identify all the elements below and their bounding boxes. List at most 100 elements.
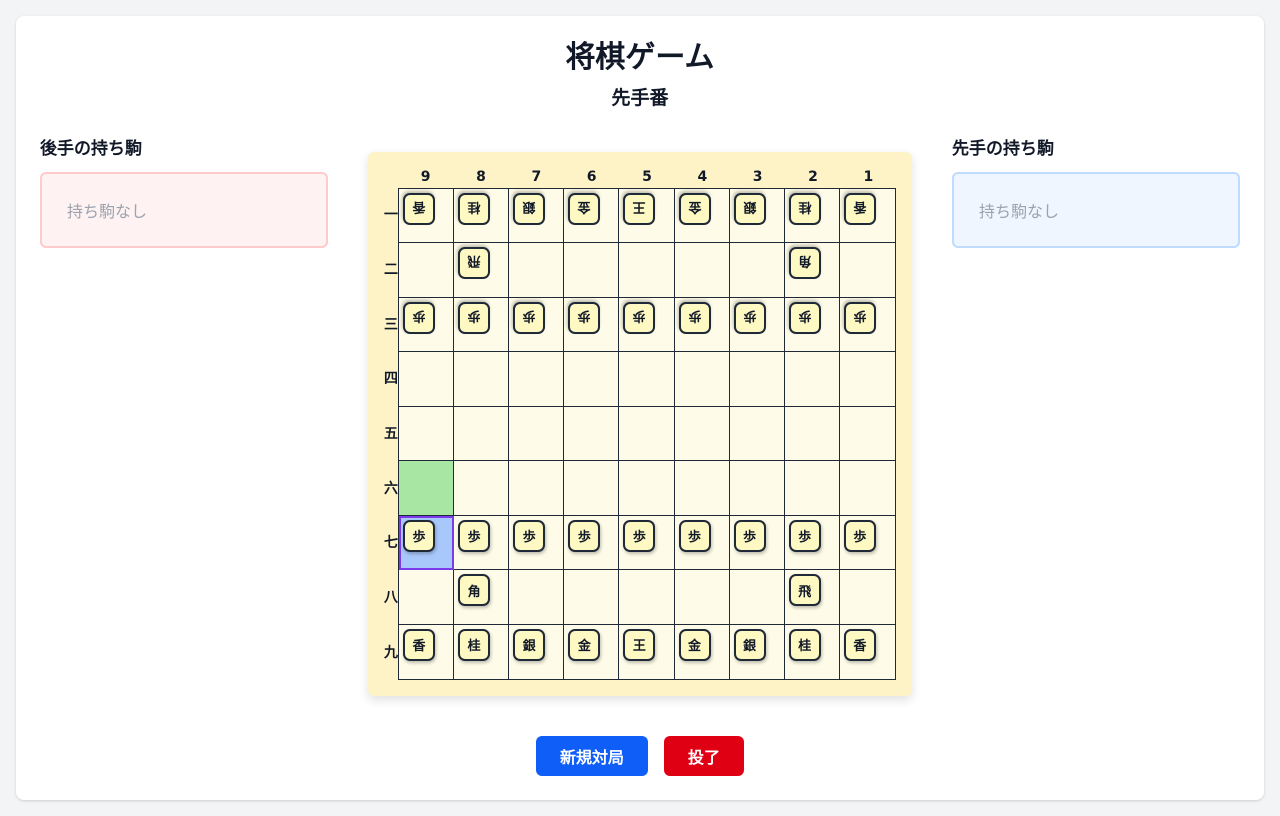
- board-square[interactable]: [619, 570, 675, 625]
- sente-piece[interactable]: 歩: [843, 519, 876, 552]
- gote-piece[interactable]: 銀: [513, 193, 546, 225]
- board-square[interactable]: 歩: [564, 297, 620, 353]
- board-square[interactable]: 香: [839, 189, 895, 244]
- board-square[interactable]: [784, 461, 840, 516]
- gote-piece[interactable]: 歩: [788, 301, 821, 334]
- sente-piece[interactable]: 金: [678, 628, 711, 661]
- sente-piece[interactable]: 歩: [788, 519, 821, 552]
- sente-piece[interactable]: 銀: [733, 628, 766, 661]
- board-square[interactable]: 飛: [784, 570, 840, 625]
- gote-piece[interactable]: 金: [568, 193, 601, 225]
- sente-piece[interactable]: 香: [843, 628, 876, 661]
- sente-piece[interactable]: 香: [403, 628, 435, 661]
- sente-piece[interactable]: 金: [568, 628, 601, 661]
- gote-piece[interactable]: 桂: [458, 193, 491, 225]
- board-square[interactable]: 香: [839, 624, 895, 679]
- board-square[interactable]: 歩: [674, 297, 730, 353]
- board-square[interactable]: [399, 243, 455, 298]
- sente-piece[interactable]: 角: [458, 574, 491, 607]
- gote-captured-pieces[interactable]: 持ち駒なし: [40, 172, 328, 248]
- gote-piece[interactable]: 歩: [733, 301, 766, 334]
- board-square[interactable]: [619, 243, 675, 298]
- board-square[interactable]: 桂: [454, 189, 510, 244]
- board-square[interactable]: 歩: [454, 297, 510, 353]
- sente-piece[interactable]: 歩: [458, 519, 491, 552]
- gote-piece[interactable]: 王: [623, 193, 656, 225]
- board-square[interactable]: [619, 406, 675, 462]
- sente-piece[interactable]: 桂: [788, 628, 821, 661]
- board-square[interactable]: 歩: [784, 515, 840, 571]
- board-square[interactable]: 歩: [674, 515, 730, 571]
- board-square[interactable]: 飛: [454, 243, 510, 298]
- board-square[interactable]: 桂: [454, 624, 510, 679]
- board-square[interactable]: 香: [399, 624, 455, 679]
- board-square[interactable]: [839, 406, 895, 462]
- board-square[interactable]: [674, 243, 730, 298]
- board-square[interactable]: [564, 461, 620, 516]
- board-square[interactable]: 歩: [564, 515, 620, 571]
- board-square[interactable]: 銀: [729, 624, 785, 679]
- board-square[interactable]: [674, 352, 730, 407]
- board-square[interactable]: [729, 406, 785, 462]
- board-square[interactable]: [509, 352, 565, 407]
- board-square[interactable]: 銀: [729, 189, 785, 244]
- board-square[interactable]: [564, 243, 620, 298]
- sente-piece[interactable]: 歩: [678, 519, 711, 552]
- board-square[interactable]: 歩: [784, 297, 840, 353]
- board-square[interactable]: 歩: [839, 515, 895, 571]
- board-square[interactable]: 角: [784, 243, 840, 298]
- board-square[interactable]: [619, 461, 675, 516]
- board-square[interactable]: 金: [564, 189, 620, 244]
- board-square[interactable]: 桂: [784, 189, 840, 244]
- gote-piece[interactable]: 角: [788, 247, 821, 280]
- gote-piece[interactable]: 香: [843, 193, 876, 225]
- gote-piece[interactable]: 歩: [403, 301, 435, 334]
- board-square[interactable]: [839, 570, 895, 625]
- gote-piece[interactable]: 歩: [513, 301, 546, 334]
- board-square[interactable]: 王: [619, 189, 675, 244]
- board-square[interactable]: [674, 461, 730, 516]
- board-square[interactable]: [509, 406, 565, 462]
- gote-piece[interactable]: 銀: [733, 193, 766, 225]
- board-square[interactable]: [729, 570, 785, 625]
- board-square[interactable]: [784, 352, 840, 407]
- board-square[interactable]: [729, 352, 785, 407]
- sente-captured-pieces[interactable]: 持ち駒なし: [952, 172, 1240, 248]
- gote-piece[interactable]: 飛: [458, 247, 491, 280]
- board-square[interactable]: [454, 406, 510, 462]
- board-square[interactable]: 銀: [509, 624, 565, 679]
- board-square[interactable]: [729, 461, 785, 516]
- sente-piece[interactable]: 王: [623, 628, 656, 661]
- board-square[interactable]: 桂: [784, 624, 840, 679]
- sente-piece[interactable]: 飛: [788, 574, 821, 607]
- board-square[interactable]: [674, 570, 730, 625]
- board-square[interactable]: [564, 570, 620, 625]
- board-square[interactable]: [839, 243, 895, 298]
- board-square[interactable]: 歩: [454, 515, 510, 571]
- board-square[interactable]: 歩: [399, 515, 455, 571]
- gote-piece[interactable]: 歩: [843, 301, 876, 334]
- gote-piece[interactable]: 桂: [788, 193, 821, 225]
- board-square[interactable]: 歩: [399, 297, 455, 353]
- board-square[interactable]: [674, 406, 730, 462]
- gote-piece[interactable]: 歩: [458, 301, 491, 334]
- board-square[interactable]: [399, 461, 455, 516]
- board-square[interactable]: 金: [674, 189, 730, 244]
- board-square[interactable]: 角: [454, 570, 510, 625]
- board-square[interactable]: [619, 352, 675, 407]
- board-square[interactable]: [454, 461, 510, 516]
- new-game-button[interactable]: 新規対局: [536, 736, 648, 776]
- board-square[interactable]: 金: [564, 624, 620, 679]
- board-square[interactable]: 歩: [619, 515, 675, 571]
- board-square[interactable]: [839, 352, 895, 407]
- board-square[interactable]: 王: [619, 624, 675, 679]
- board-square[interactable]: [399, 352, 455, 407]
- board-square[interactable]: [509, 570, 565, 625]
- sente-piece[interactable]: 歩: [403, 519, 435, 552]
- gote-piece[interactable]: 金: [678, 193, 711, 225]
- sente-piece[interactable]: 桂: [458, 628, 491, 661]
- board-square[interactable]: 歩: [619, 297, 675, 353]
- gote-piece[interactable]: 歩: [568, 301, 601, 334]
- sente-piece[interactable]: 歩: [623, 519, 656, 552]
- gote-piece[interactable]: 香: [403, 193, 435, 225]
